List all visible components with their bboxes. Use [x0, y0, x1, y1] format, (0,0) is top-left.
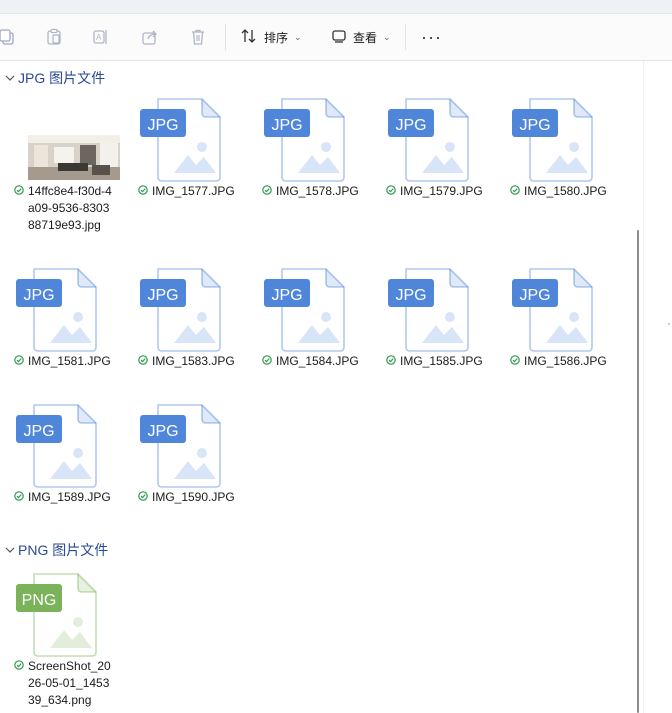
view-button[interactable]: 查看 ⌄: [331, 24, 391, 50]
svg-text:A: A: [96, 33, 102, 42]
file-name: IMG_1584.JPG: [276, 354, 359, 368]
svg-text:JPG: JPG: [395, 287, 426, 304]
pane-edge-marker: ·: [667, 316, 671, 330]
sync-check-icon: [14, 355, 24, 365]
sync-check-icon: [510, 185, 520, 195]
svg-text:JPG: JPG: [271, 117, 302, 134]
sync-check-icon: [138, 355, 148, 365]
delete-icon[interactable]: [187, 26, 209, 48]
sync-check-icon: [386, 185, 396, 195]
chevron-down-icon[interactable]: [2, 544, 18, 556]
svg-text:JPG: JPG: [147, 423, 178, 440]
toolbar-separator: [405, 24, 406, 50]
file-item[interactable]: JPG IMG_1590.JPG: [136, 397, 248, 547]
jpg-file-icon: JPG: [136, 397, 248, 491]
svg-text:JPG: JPG: [147, 117, 178, 134]
group-header[interactable]: PNG 图片文件: [0, 540, 108, 560]
copy-icon[interactable]: [0, 26, 18, 48]
file-item[interactable]: JPG IMG_1581.JPG: [12, 261, 124, 411]
file-item[interactable]: JPG IMG_1583.JPG: [136, 261, 248, 411]
sort-button[interactable]: 排序 ⌄: [240, 24, 302, 50]
file-name: IMG_1581.JPG: [28, 354, 111, 368]
file-item[interactable]: JPG IMG_1585.JPG: [384, 261, 496, 411]
file-name: IMG_1586.JPG: [524, 354, 607, 368]
jpg-file-icon: JPG: [508, 261, 620, 355]
svg-text:JPG: JPG: [395, 117, 426, 134]
sync-check-icon: [262, 355, 272, 365]
sync-check-icon: [138, 491, 148, 501]
file-item[interactable]: JPG IMG_1586.JPG: [508, 261, 620, 411]
command-bar: A 排序 ⌄ 查看 ⌄ ···: [0, 14, 672, 61]
window-top-strip: [0, 0, 672, 14]
file-item[interactable]: JPG IMG_1584.JPG: [260, 261, 372, 411]
file-item[interactable]: JPG IMG_1577.JPG: [136, 91, 248, 241]
jpg-file-icon: JPG: [384, 261, 496, 355]
paste-icon[interactable]: [43, 26, 65, 48]
view-icon: [331, 28, 347, 47]
file-item[interactable]: JPG IMG_1578.JPG: [260, 91, 372, 241]
file-item[interactable]: JPG IMG_1589.JPG: [12, 397, 124, 547]
jpg-file-icon: JPG: [384, 91, 496, 185]
svg-text:JPG: JPG: [23, 423, 54, 440]
file-name: IMG_1585.JPG: [400, 354, 483, 368]
svg-text:JPG: JPG: [147, 287, 178, 304]
rename-icon[interactable]: A: [90, 26, 112, 48]
jpg-file-icon: JPG: [260, 261, 372, 355]
jpg-file-icon: JPG: [508, 91, 620, 185]
file-item[interactable]: JPG IMG_1580.JPG: [508, 91, 620, 241]
svg-text:PNG: PNG: [22, 592, 57, 609]
svg-text:JPG: JPG: [519, 117, 550, 134]
sync-check-icon: [138, 185, 148, 195]
file-name: IMG_1590.JPG: [152, 490, 235, 504]
scrollbar-thumb[interactable]: [637, 230, 639, 713]
view-label: 查看: [353, 30, 378, 45]
file-name: IMG_1580.JPG: [524, 184, 607, 198]
png-file-icon: PNG: [12, 566, 124, 660]
group-header-label: PNG 图片文件: [18, 542, 109, 558]
svg-text:JPG: JPG: [271, 287, 302, 304]
sync-check-icon: [262, 185, 272, 195]
chevron-down-icon: ⌄: [294, 31, 302, 42]
more-options-button[interactable]: ···: [421, 28, 442, 46]
sync-check-icon: [14, 491, 24, 501]
sync-check-icon: [386, 355, 396, 365]
file-name: IMG_1579.JPG: [400, 184, 483, 198]
sync-check-icon: [14, 660, 24, 670]
jpg-file-icon: JPG: [12, 397, 124, 491]
chevron-down-icon[interactable]: [2, 72, 18, 84]
share-icon[interactable]: [139, 26, 161, 48]
chevron-down-icon: ⌄: [383, 31, 391, 42]
file-name: IMG_1583.JPG: [152, 354, 235, 368]
jpg-file-icon: JPG: [136, 91, 248, 185]
sort-label: 排序: [264, 30, 289, 45]
file-item[interactable]: 14ffc8e4-f30d-4a09-9536-830388719e93.jpg: [12, 91, 124, 241]
photo-thumbnail: [12, 91, 124, 185]
file-item[interactable]: JPG IMG_1579.JPG: [384, 91, 496, 241]
file-name: 14ffc8e4-f30d-4a09-9536-830388719e93.jpg: [28, 184, 112, 232]
group-header-label: JPG 图片文件: [18, 70, 106, 86]
file-list-pane: JPG 图片文件 14ffc8e4-f30d-4a09-9536-83038871…: [0, 61, 632, 713]
jpg-file-icon: JPG: [136, 261, 248, 355]
file-name: ScreenShot_2026-05-01_145339_634.png: [28, 659, 111, 707]
jpg-file-icon: JPG: [260, 91, 372, 185]
svg-text:JPG: JPG: [23, 287, 54, 304]
sort-icon: [240, 28, 258, 47]
svg-text:JPG: JPG: [519, 287, 550, 304]
file-item[interactable]: PNG ScreenShot_2026-05-01_145339_634.png: [12, 566, 124, 713]
sync-check-icon: [510, 355, 520, 365]
file-name: IMG_1577.JPG: [152, 184, 235, 198]
jpg-file-icon: JPG: [12, 261, 124, 355]
file-name: IMG_1589.JPG: [28, 490, 111, 504]
sync-check-icon: [14, 185, 24, 195]
file-name: IMG_1578.JPG: [276, 184, 359, 198]
group-header[interactable]: JPG 图片文件: [0, 68, 105, 88]
toolbar-separator: [225, 24, 226, 50]
details-pane: [643, 61, 672, 713]
